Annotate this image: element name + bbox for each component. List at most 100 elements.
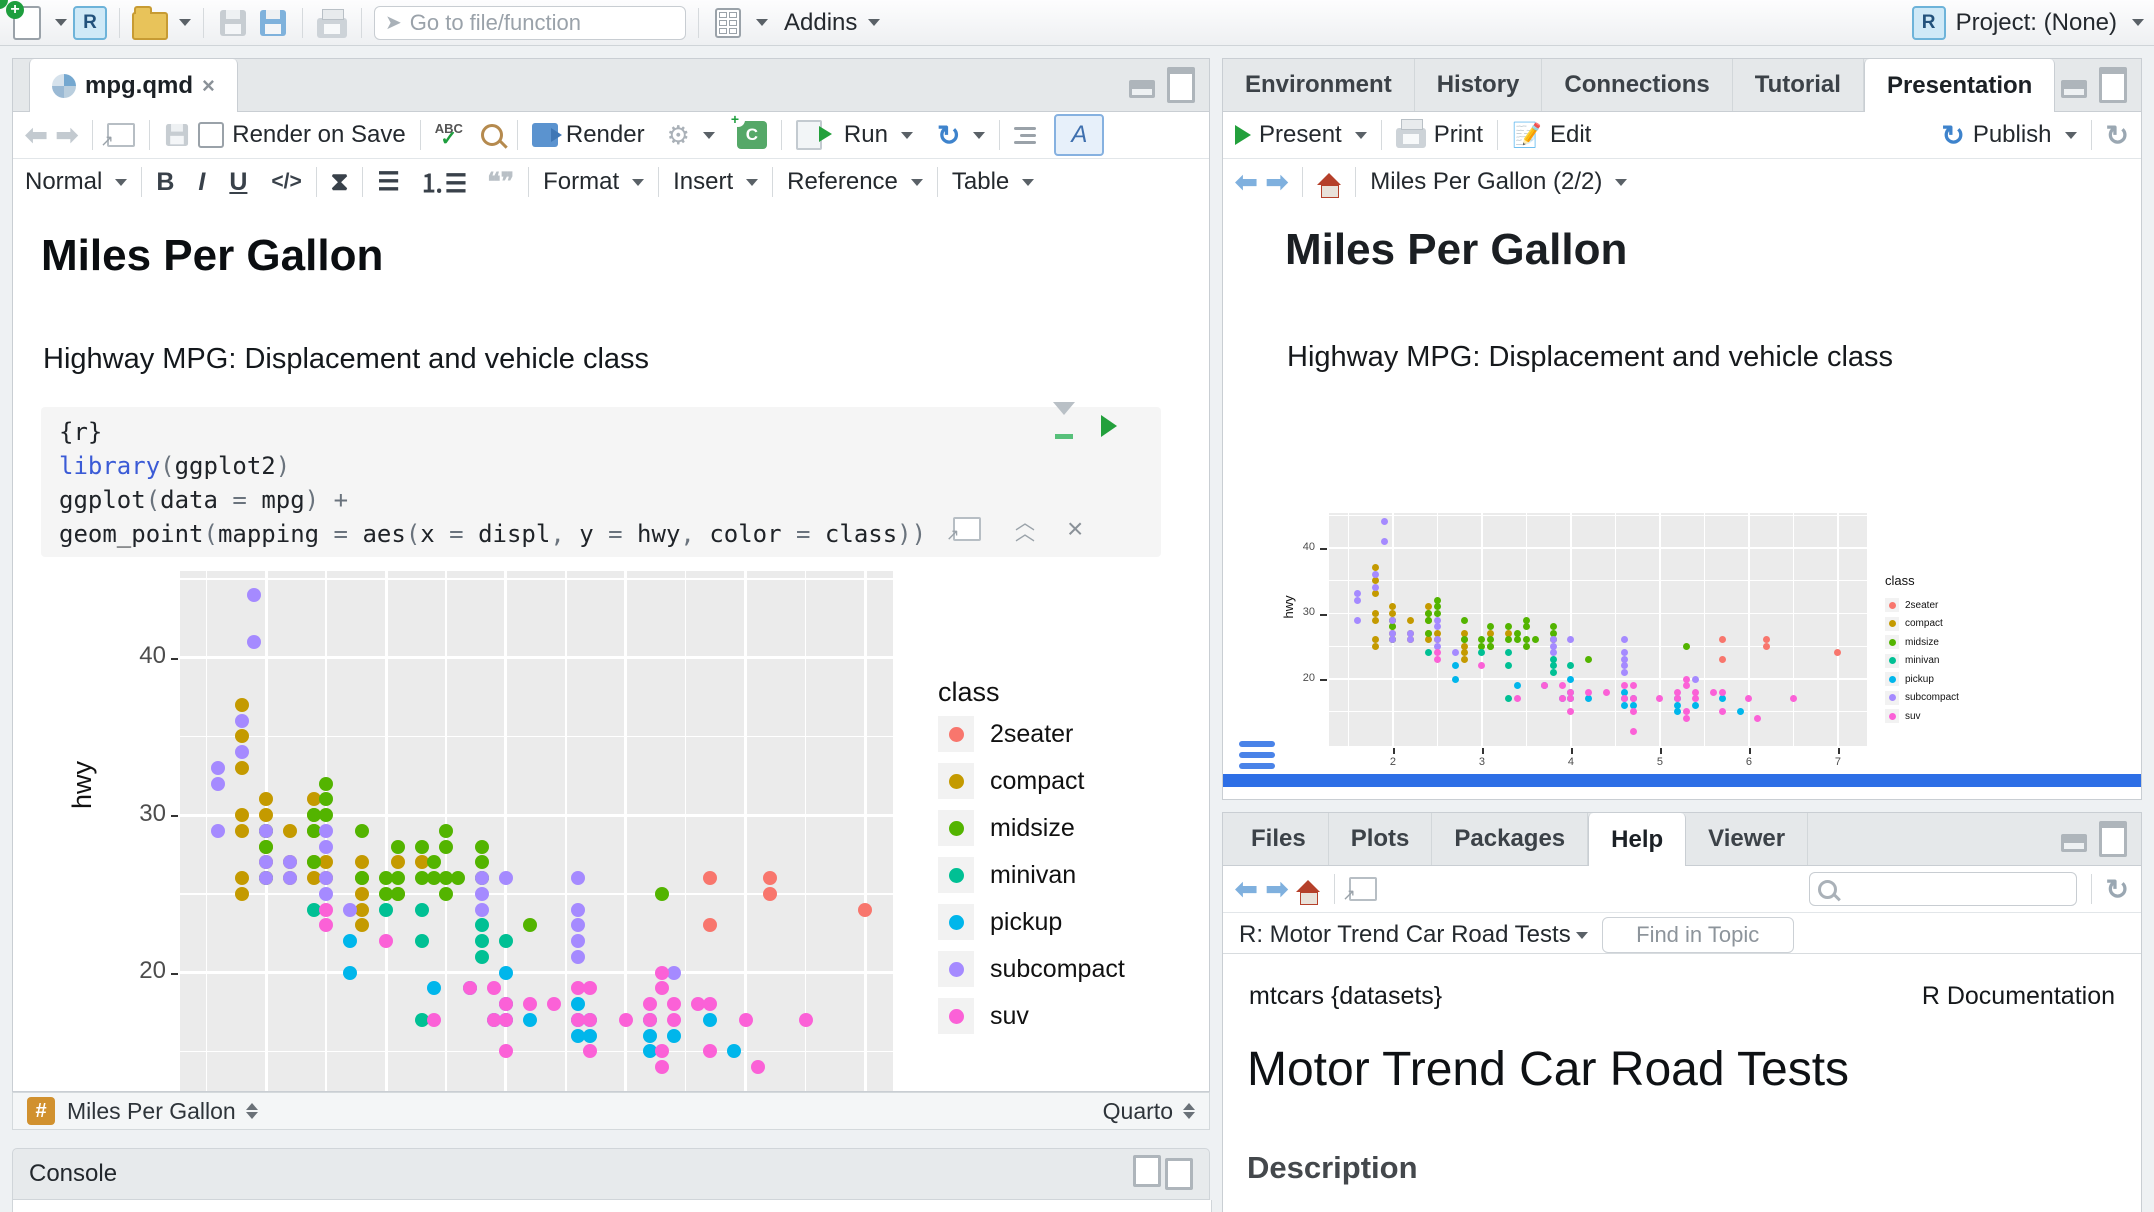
format-menu[interactable]: Format — [543, 168, 619, 196]
tab-presentation[interactable]: Presentation — [1864, 59, 2055, 112]
tab-tutorial[interactable]: Tutorial — [1733, 59, 1864, 111]
save-all-button[interactable] — [256, 4, 290, 42]
minimize-pane-icon[interactable] — [2061, 834, 2087, 852]
print-button[interactable]: Print — [1434, 121, 1483, 149]
tab-connections[interactable]: Connections — [1542, 59, 1732, 111]
edit-icon[interactable]: 📝 — [1512, 121, 1542, 150]
present-icon[interactable] — [1235, 125, 1251, 145]
minimize-pane-icon[interactable] — [2061, 80, 2087, 98]
console-body[interactable] — [12, 1200, 1212, 1212]
document-canvas[interactable]: Miles Per Gallon Highway MPG: Displaceme… — [13, 203, 1209, 1091]
goto-file-input[interactable]: ➤ Go to file/function — [374, 6, 686, 40]
topic-selector[interactable]: R: Motor Trend Car Road Tests — [1239, 921, 1588, 949]
underline-button[interactable]: U — [229, 168, 247, 197]
popout-window-icon[interactable] — [107, 123, 135, 147]
back-icon[interactable]: ⬅ — [25, 120, 48, 151]
help-popout-icon[interactable] — [1349, 877, 1377, 901]
restore-pane-icon[interactable] — [1133, 1155, 1161, 1187]
help-document[interactable]: mtcars {datasets} R Documentation Motor … — [1223, 953, 2141, 1212]
tab-close-icon[interactable]: × — [202, 73, 215, 99]
render-icon[interactable] — [532, 123, 558, 147]
open-file-button[interactable] — [132, 4, 168, 42]
tab-plots[interactable]: Plots — [1329, 813, 1433, 865]
publish-icon[interactable]: ↻ — [1941, 119, 1964, 152]
help-forward-icon[interactable]: ➡ — [1266, 874, 1289, 905]
slide-selector-caret[interactable] — [1615, 179, 1627, 186]
print-button[interactable] — [315, 4, 349, 42]
open-file-dropdown-caret[interactable] — [179, 19, 191, 26]
print-icon[interactable] — [1396, 128, 1426, 148]
run-options-caret[interactable] — [901, 132, 913, 139]
statusbar-section[interactable]: Miles Per Gallon — [67, 1098, 236, 1125]
rerun-icon[interactable]: ↻ — [937, 119, 960, 152]
slide-back-icon[interactable]: ⬅ — [1235, 167, 1258, 198]
blockquote-icon[interactable]: ❝❞ — [487, 167, 514, 197]
mode-selector-icon[interactable] — [1183, 1103, 1195, 1119]
maximize-pane-icon[interactable] — [1165, 1158, 1193, 1190]
format-menu-caret[interactable] — [632, 179, 644, 186]
find-in-topic-input[interactable]: Find in Topic — [1602, 917, 1794, 953]
collapse-output-icon[interactable]: ︿︿ — [1015, 518, 1033, 540]
pane-layout-caret[interactable] — [756, 19, 768, 26]
close-output-icon[interactable]: × — [1067, 513, 1083, 545]
rerun-caret[interactable] — [973, 132, 985, 139]
bullet-list-icon[interactable]: ☰ — [377, 167, 399, 197]
help-back-icon[interactable]: ⬅ — [1235, 874, 1258, 905]
addins-caret[interactable] — [868, 19, 880, 26]
new-file-button[interactable]: + — [10, 4, 44, 42]
save-button[interactable] — [216, 4, 250, 42]
save-document-icon[interactable] — [166, 124, 188, 146]
present-caret[interactable] — [1355, 132, 1367, 139]
tab-mpg-qmd[interactable]: mpg.qmd × — [29, 59, 238, 112]
tab-files[interactable]: Files — [1229, 813, 1329, 865]
output-popout-icon[interactable] — [953, 517, 981, 541]
spellcheck-icon[interactable]: ABC✓ — [435, 124, 463, 146]
tab-history[interactable]: History — [1415, 59, 1543, 111]
visual-editor-toggle[interactable]: A — [1054, 114, 1104, 156]
italic-button[interactable]: I — [198, 168, 205, 197]
publish-button[interactable]: Publish — [1973, 121, 2052, 149]
help-home-icon[interactable] — [1296, 880, 1320, 892]
section-selector-icon[interactable] — [246, 1103, 258, 1119]
gear-icon[interactable]: ⚙ — [667, 120, 690, 151]
render-button[interactable]: Render — [566, 121, 645, 149]
render-on-save-checkbox[interactable] — [198, 122, 224, 148]
slide-forward-icon[interactable]: ➡ — [1266, 167, 1289, 198]
new-file-dropdown-caret[interactable] — [55, 19, 67, 26]
paragraph-style-select[interactable]: Normal — [25, 168, 102, 196]
tab-viewer[interactable]: Viewer — [1686, 813, 1808, 865]
refresh-icon[interactable]: ↻ — [2106, 119, 2129, 152]
edit-button[interactable]: Edit — [1550, 121, 1591, 149]
reference-menu-caret[interactable] — [911, 179, 923, 186]
minimize-pane-icon[interactable] — [1129, 80, 1155, 98]
project-menu[interactable]: R Project: (None) — [1912, 6, 2144, 40]
help-search-input[interactable] — [1809, 872, 2077, 906]
bold-button[interactable]: B — [156, 168, 174, 197]
slide-selector[interactable]: Miles Per Gallon (2/2) — [1370, 168, 1602, 196]
maximize-pane-icon[interactable] — [2099, 821, 2127, 857]
home-icon[interactable] — [1317, 173, 1341, 185]
reference-menu[interactable]: Reference — [787, 168, 898, 196]
paragraph-style-caret[interactable] — [115, 179, 127, 186]
pane-layout-button[interactable] — [711, 4, 745, 42]
maximize-pane-icon[interactable] — [1167, 67, 1195, 103]
insert-menu-caret[interactable] — [746, 179, 758, 186]
statusbar-mode[interactable]: Quarto — [1103, 1098, 1173, 1125]
document-outline-icon[interactable] — [1014, 127, 1036, 144]
run-chunk-icon[interactable] — [1101, 415, 1117, 437]
tab-help[interactable]: Help — [1588, 813, 1686, 866]
new-project-button[interactable]: R+ — [73, 4, 107, 42]
run-chunks-above-icon[interactable] — [1053, 415, 1075, 437]
present-button[interactable]: Present — [1259, 121, 1342, 149]
table-menu-caret[interactable] — [1022, 179, 1034, 186]
slide-menu-icon[interactable] — [1239, 741, 1275, 769]
maximize-pane-icon[interactable] — [2099, 67, 2127, 103]
run-button[interactable]: Run — [844, 121, 888, 149]
insert-menu[interactable]: Insert — [673, 168, 733, 196]
insert-chunk-button[interactable]: C+ — [737, 121, 767, 149]
numbered-list-icon[interactable]: ⒈☰ — [420, 164, 467, 200]
code-button[interactable]: </> — [271, 170, 301, 194]
publish-caret[interactable] — [2065, 132, 2077, 139]
tab-environment[interactable]: Environment — [1223, 59, 1415, 111]
help-refresh-icon[interactable]: ↻ — [2106, 873, 2129, 906]
